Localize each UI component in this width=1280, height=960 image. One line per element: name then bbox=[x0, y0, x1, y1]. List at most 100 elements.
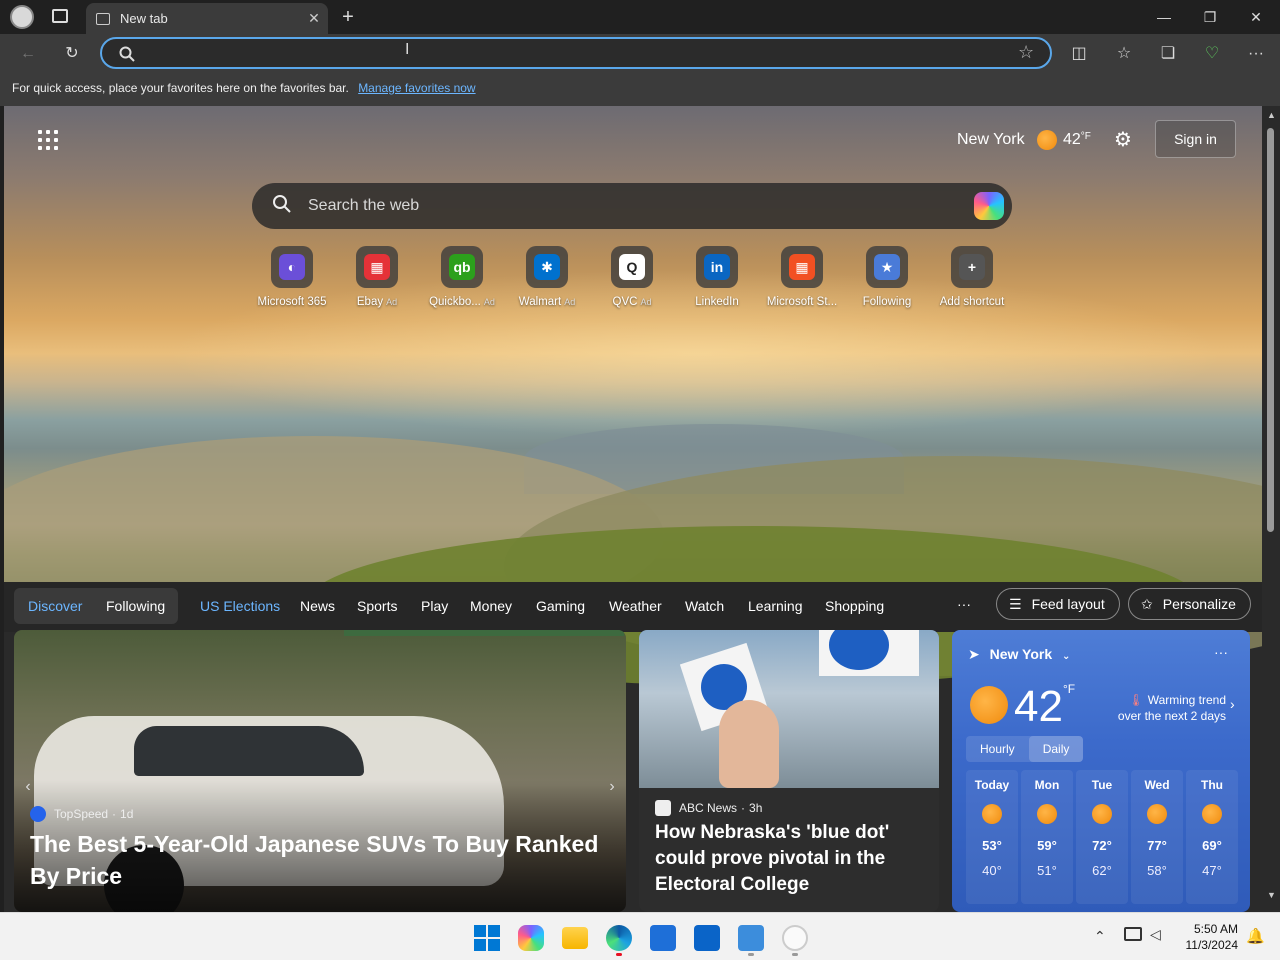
shortcut-microsoft-store[interactable]: ▦ Microsoft St... bbox=[762, 246, 842, 308]
new-tab-button[interactable]: + bbox=[337, 6, 359, 28]
next-arrow-icon[interactable]: › bbox=[602, 770, 622, 804]
tab-actions-icon[interactable] bbox=[52, 9, 68, 23]
address-bar[interactable]: I ☆ bbox=[100, 37, 1052, 69]
favorites-icon[interactable]: ☆ bbox=[1112, 42, 1136, 66]
feed-layout-label: Feed layout bbox=[1031, 596, 1105, 612]
forecast-high: 59° bbox=[1037, 838, 1057, 853]
collections-icon[interactable]: ❏ bbox=[1156, 42, 1180, 66]
shortcut-ebay[interactable]: ▦ Ebay Ad bbox=[337, 246, 417, 308]
forecast-day[interactable]: Wed 77° 58° bbox=[1131, 770, 1183, 904]
sign-in-button[interactable]: Sign in bbox=[1155, 120, 1236, 158]
shortcut-qvc[interactable]: Q QVC Ad bbox=[592, 246, 672, 308]
weather-more-icon[interactable]: ··· bbox=[1214, 644, 1228, 660]
sunny-icon bbox=[1037, 804, 1057, 824]
scrollbar-thumb[interactable] bbox=[1267, 128, 1274, 532]
text-cursor-icon: I bbox=[405, 41, 410, 58]
network-icon[interactable] bbox=[1124, 927, 1142, 941]
close-window-button[interactable]: ✕ bbox=[1245, 6, 1267, 28]
forecast-high: 72° bbox=[1092, 838, 1112, 853]
tab-new-tab[interactable]: New tab ✕ bbox=[86, 3, 328, 34]
previous-arrow-icon[interactable]: ‹ bbox=[18, 770, 38, 804]
weather-location[interactable]: New York bbox=[957, 130, 1058, 150]
outlook-icon[interactable] bbox=[694, 925, 720, 951]
shortcut-label-text: Walmart bbox=[518, 296, 562, 308]
tab-shopping[interactable]: Shopping bbox=[825, 598, 884, 614]
forecast-day[interactable]: Today 53° 40° bbox=[966, 770, 1018, 904]
shortcut-walmart[interactable]: ✱ Walmart Ad bbox=[507, 246, 587, 308]
personalize-star-icon: ✩ bbox=[1141, 595, 1153, 612]
forecast-day-name: Thu bbox=[1201, 778, 1223, 792]
app-launcher-icon[interactable] bbox=[38, 130, 58, 150]
following-icon: ★ bbox=[866, 246, 908, 288]
add-icon: + bbox=[951, 246, 993, 288]
shortcut-quickbooks[interactable]: qb Quickbo... Ad bbox=[422, 246, 502, 308]
tray-chevron-icon[interactable]: ⌃ bbox=[1094, 928, 1106, 945]
copilot-taskbar-icon[interactable] bbox=[518, 925, 544, 951]
forecast-day[interactable]: Mon 59° 51° bbox=[1021, 770, 1073, 904]
search-placeholder[interactable]: Search the web bbox=[308, 197, 419, 215]
tab-hourly[interactable]: Hourly bbox=[966, 736, 1029, 762]
tab-discover[interactable]: Discover bbox=[28, 598, 82, 614]
start-windows-icon[interactable] bbox=[474, 925, 500, 951]
feed-layout-button[interactable]: ☰ Feed layout bbox=[996, 588, 1120, 620]
tab-news[interactable]: News bbox=[300, 598, 335, 614]
favorite-star-icon[interactable]: ☆ bbox=[1018, 42, 1034, 63]
tab-play[interactable]: Play bbox=[421, 598, 448, 614]
shortcut-microsoft-365[interactable]: ◐ Microsoft 365 bbox=[252, 246, 332, 308]
trend-chevron-icon[interactable]: › bbox=[1230, 696, 1235, 712]
card2-headline[interactable]: How Nebraska's 'blue dot' could prove pi… bbox=[655, 820, 927, 898]
restore-button[interactable]: ❐ bbox=[1199, 6, 1221, 28]
card-headline[interactable]: The Best 5-Year-Old Japanese SUVs To Buy… bbox=[30, 828, 600, 892]
settings-gear-icon[interactable]: ⚙ bbox=[1114, 127, 1132, 152]
warming-trend[interactable]: 🌡 Warming trend over the next 2 days bbox=[1110, 692, 1226, 724]
notification-bell-icon[interactable]: 🔔 bbox=[1246, 927, 1265, 945]
page-scrollbar[interactable]: ▲ ▼ bbox=[1262, 106, 1280, 912]
browser-essentials-icon[interactable]: ♡ bbox=[1200, 42, 1224, 66]
split-screen-icon[interactable]: ◫ bbox=[1067, 42, 1091, 66]
volume-icon[interactable]: ◁ bbox=[1150, 926, 1161, 943]
tab-weather[interactable]: Weather bbox=[609, 598, 662, 614]
personalize-button[interactable]: ✩ Personalize bbox=[1128, 588, 1251, 620]
favorites-bar: For quick access, place your favorites h… bbox=[0, 72, 1280, 106]
more-menu-icon[interactable]: ··· bbox=[1244, 42, 1268, 66]
forecast-day[interactable]: Thu 69° 47° bbox=[1186, 770, 1238, 904]
tab-watch[interactable]: Watch bbox=[685, 598, 724, 614]
loading-app-icon[interactable] bbox=[782, 925, 808, 951]
shortcut-label-text: Following bbox=[862, 296, 912, 308]
more-tabs-icon[interactable]: ··· bbox=[957, 596, 971, 612]
sunny-icon bbox=[1037, 130, 1058, 150]
tab-money[interactable]: Money bbox=[470, 598, 512, 614]
edge-icon[interactable] bbox=[606, 925, 632, 951]
manage-favorites-link[interactable]: Manage favorites now bbox=[358, 81, 475, 95]
tab-sports[interactable]: Sports bbox=[357, 598, 397, 614]
shortcut-following[interactable]: ★ Following bbox=[847, 246, 927, 308]
tab-daily[interactable]: Daily bbox=[1028, 736, 1084, 762]
back-icon[interactable]: ← bbox=[16, 42, 40, 66]
weather-card[interactable]: ➤ New York ⌄ ··· 42°F 🌡 Warming trend ove… bbox=[952, 630, 1250, 912]
tab-following[interactable]: Following bbox=[106, 598, 165, 614]
system-clock[interactable]: 5:50 AM 11/3/2024 bbox=[1178, 921, 1239, 953]
news-card-main[interactable]: ‹ › TopSpeed · 1d The Best 5-Year-Old Ja… bbox=[14, 630, 626, 912]
news-card-secondary[interactable]: ABC News · 3h How Nebraska's 'blue dot' … bbox=[639, 630, 939, 912]
web-search-box[interactable]: Search the web bbox=[252, 183, 1012, 229]
scroll-down-icon[interactable]: ▼ bbox=[1267, 890, 1276, 900]
tab-close-icon[interactable]: ✕ bbox=[300, 10, 328, 27]
scroll-up-icon[interactable]: ▲ bbox=[1267, 110, 1276, 120]
weather-sun-icon bbox=[970, 686, 1008, 724]
refresh-icon[interactable]: ↻ bbox=[60, 42, 84, 66]
minimize-button[interactable]: — bbox=[1153, 6, 1175, 28]
notepad-icon[interactable] bbox=[738, 925, 764, 951]
temperature-top[interactable]: 42°F bbox=[1063, 131, 1091, 149]
forecast-day[interactable]: Tue 72° 62° bbox=[1076, 770, 1128, 904]
copilot-icon[interactable] bbox=[974, 192, 1004, 220]
file-explorer-icon[interactable] bbox=[562, 927, 588, 949]
shortcut-add[interactable]: + Add shortcut bbox=[932, 246, 1012, 308]
microsoft-store-taskbar-icon[interactable] bbox=[650, 925, 676, 951]
weather-location-header[interactable]: ➤ New York ⌄ bbox=[968, 646, 1070, 663]
shortcut-label-text: Quickbo... bbox=[429, 296, 481, 308]
shortcut-linkedin[interactable]: in LinkedIn bbox=[677, 246, 757, 308]
tab-gaming[interactable]: Gaming bbox=[536, 598, 585, 614]
tab-learning[interactable]: Learning bbox=[748, 598, 803, 614]
profile-avatar[interactable] bbox=[10, 5, 34, 29]
tab-us-elections[interactable]: US Elections bbox=[200, 598, 280, 614]
